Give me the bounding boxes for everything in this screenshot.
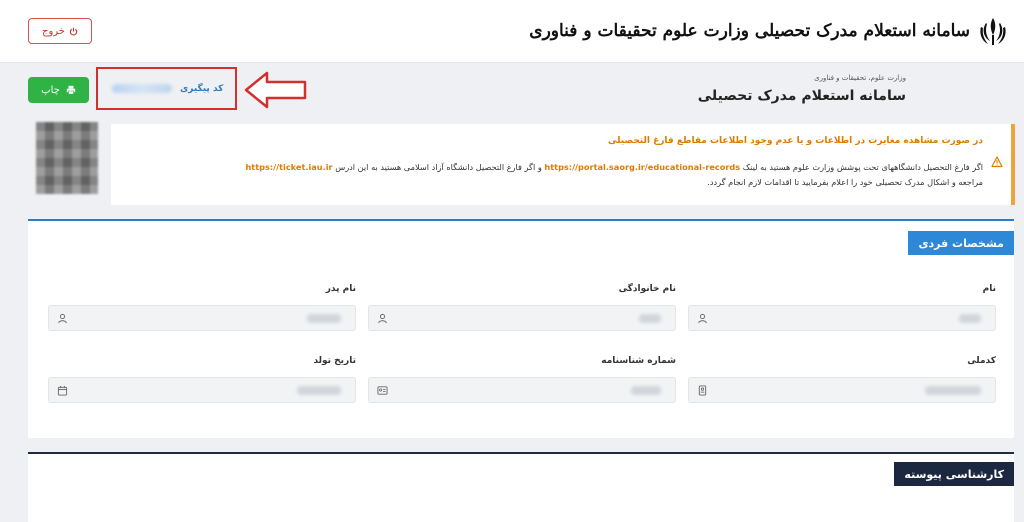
degree-section-card: کارشناسی پیوسته	[28, 452, 1014, 522]
tracking-code-highlight: کد پیگیری	[96, 67, 237, 110]
logout-label: خروج	[42, 25, 65, 37]
top-bar: سامانه استعلام مدرک تحصیلی وزارت علوم تح…	[0, 0, 1024, 63]
print-label: چاپ	[41, 84, 60, 96]
logout-button[interactable]: خروج	[28, 18, 92, 44]
degree-section-title: کارشناسی پیوسته	[894, 462, 1014, 486]
id-number-value-blurred	[631, 386, 661, 395]
warning-alert: در صورت مشاهده مغایرت در اطلاعات و یا عد…	[111, 124, 1015, 205]
alert-text-2: و اگر فارغ التحصیل دانشگاه آزاد اسلامی ه…	[335, 162, 542, 172]
calendar-icon	[57, 385, 68, 396]
tracking-code-value-blurred	[112, 84, 172, 93]
father-name-label: نام پدر	[325, 284, 356, 294]
power-icon	[69, 27, 78, 35]
first-name-label: نام	[982, 284, 996, 294]
tracking-code-label: کد پیگیری	[180, 83, 224, 94]
breadcrumb: وزارت علوم، تحقیقات و فناوری	[814, 74, 906, 82]
birth-date-label: تاریخ تولد	[313, 356, 356, 366]
national-code-value-blurred	[925, 386, 981, 395]
personal-info-title: مشخصات فردی	[908, 231, 1014, 255]
iau-ticket-link[interactable]: https://ticket.iau.ir	[245, 162, 332, 172]
left-arrow-icon	[244, 71, 307, 109]
id-number-field[interactable]	[368, 377, 676, 403]
profile-photo-blurred	[36, 122, 98, 194]
id-number-label: شماره شناسنامه	[601, 356, 676, 366]
saorg-link[interactable]: https://portal.saorg.ir/educational-reco…	[544, 162, 740, 172]
page-title: سامانه استعلام مدرک تحصیلی	[697, 88, 906, 104]
birth-date-value-blurred	[297, 386, 341, 395]
alert-body: اگر فارغ التحصیل دانشگاههای تحت پوشش وزا…	[123, 160, 983, 190]
user-icon	[698, 313, 707, 324]
address-card-icon	[377, 386, 388, 395]
printer-icon	[66, 85, 76, 95]
first-name-value-blurred	[959, 314, 981, 323]
iran-emblem-icon	[980, 18, 1006, 45]
last-name-label: نام خانوادگی	[618, 284, 676, 294]
user-icon	[58, 313, 67, 324]
personal-info-card: مشخصات فردی نام نام خانوادگی نام پدر کدم…	[28, 219, 1014, 438]
brand-title: سامانه استعلام مدرک تحصیلی وزارت علوم تح…	[529, 21, 970, 41]
father-name-field[interactable]	[48, 305, 356, 331]
id-card-icon	[698, 385, 707, 396]
print-button[interactable]: چاپ	[28, 77, 89, 103]
alert-title: در صورت مشاهده مغایرت در اطلاعات و یا عد…	[608, 136, 983, 146]
national-code-label: کدملی	[967, 356, 996, 366]
last-name-value-blurred	[639, 314, 661, 323]
first-name-field[interactable]	[688, 305, 996, 331]
last-name-field[interactable]	[368, 305, 676, 331]
national-code-field[interactable]	[688, 377, 996, 403]
alert-line-2: مراجعه و اشکال مدرک تحصیلی خود را اعلام …	[707, 177, 983, 187]
father-name-value-blurred	[307, 314, 341, 323]
alert-text-1: اگر فارغ التحصیل دانشگاههای تحت پوشش وزا…	[742, 162, 983, 172]
user-icon	[378, 313, 387, 324]
birth-date-field[interactable]	[48, 377, 356, 403]
brand: سامانه استعلام مدرک تحصیلی وزارت علوم تح…	[529, 14, 1008, 48]
alert-line-1: اگر فارغ التحصیل دانشگاههای تحت پوشش وزا…	[123, 160, 983, 175]
warning-icon	[991, 156, 1003, 168]
